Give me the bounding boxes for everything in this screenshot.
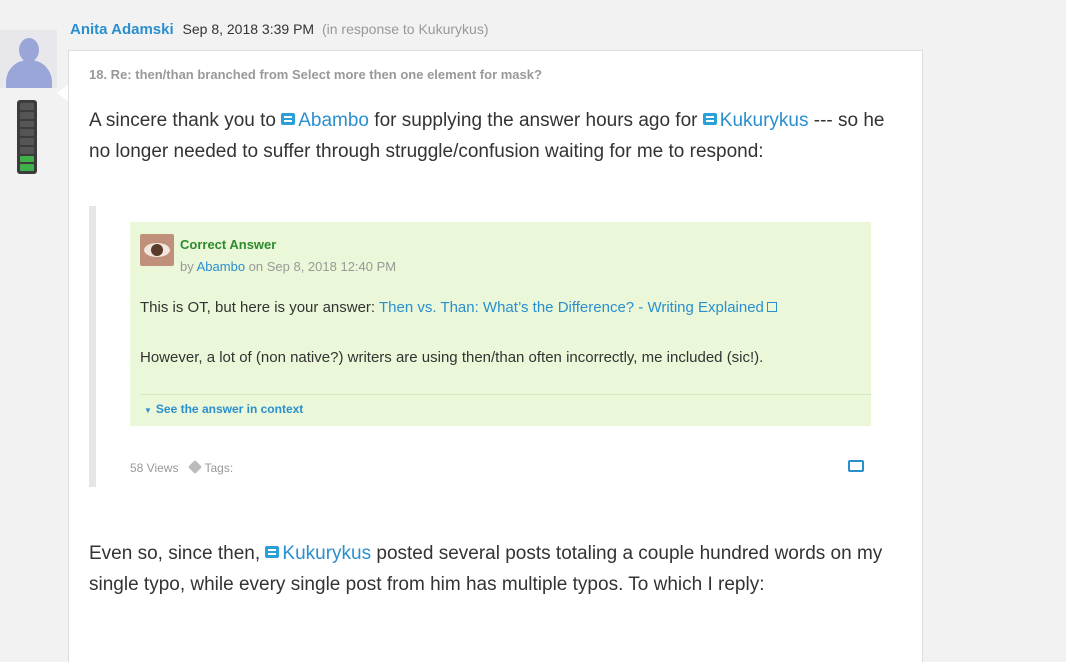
avatar[interactable] [0, 30, 57, 88]
rank-segment [20, 138, 34, 145]
mention-kukurykus-2[interactable]: Kukurykus [265, 543, 371, 564]
author-name[interactable]: Anita Adamski [70, 21, 174, 38]
post-card: 18. Re: then/than branched from Select m… [68, 50, 923, 662]
external-link-icon [766, 302, 777, 312]
rank-segment [20, 146, 34, 154]
post-paragraph-1: A sincere thank you to Abambo for supply… [89, 105, 909, 167]
rank-segment [20, 155, 34, 163]
answer-author-link[interactable]: Abambo [197, 259, 245, 274]
iris-shape [151, 244, 163, 256]
see-answer-in-context-link[interactable]: ▼ See the answer in context [144, 402, 303, 416]
mention-kukurykus-2-label: Kukurykus [282, 543, 372, 564]
post-title[interactable]: 18. Re: then/than branched from Select m… [89, 67, 542, 82]
post-header: Anita Adamski Sep 8, 2018 3:39 PM (in re… [70, 21, 489, 38]
avatar-head-shape [19, 38, 39, 62]
answer-line-2: However, a lot of (non native?) writers … [140, 349, 764, 366]
triangle-down-icon: ▼ [144, 406, 152, 415]
context-link-label: See the answer in context [155, 402, 304, 416]
mention-kukurykus[interactable]: Kukurykus [702, 110, 809, 131]
para1-text-mid: for supplying the answer hours ago for [369, 110, 703, 131]
user-mention-icon [265, 546, 280, 558]
quoted-answer: Correct Answer by Abambo on Sep 8, 2018 … [89, 206, 871, 487]
rank-segment [20, 111, 34, 119]
rank-meter [17, 100, 37, 174]
answer-line-1-text: This is OT, but here is your answer: [140, 299, 379, 316]
comment-icon[interactable] [848, 460, 864, 472]
correct-answer-box: Correct Answer by Abambo on Sep 8, 2018 … [130, 222, 871, 426]
answer-date: on Sep 8, 2018 12:40 PM [245, 259, 397, 274]
para1-text-pre: A sincere thank you to [89, 110, 282, 131]
correct-answer-label: Correct Answer [180, 237, 277, 252]
rank-segment [20, 103, 34, 110]
post-paragraph-2: Even so, since then, Kukurykus posted se… [89, 538, 909, 600]
user-mention-icon [702, 113, 717, 125]
user-mention-icon [281, 113, 296, 125]
rank-segment [20, 164, 34, 171]
mention-abambo-label: Abambo [298, 110, 370, 131]
view-count: 58 Views [130, 461, 179, 475]
tags-label: Tags: [204, 461, 234, 475]
avatar-body-shape [6, 60, 52, 88]
para2-text-pre: Even so, since then, [89, 543, 266, 564]
in-response-to[interactable]: (in response to Kukurykus) [322, 21, 489, 37]
answer-byline: by Abambo on Sep 8, 2018 12:40 PM [180, 259, 396, 274]
rank-segment [20, 129, 34, 136]
byline-prefix: by [180, 259, 197, 274]
answer-avatar[interactable] [140, 234, 174, 266]
tag-icon [188, 459, 203, 475]
mention-kukurykus-label: Kukurykus [719, 110, 809, 131]
mention-abambo[interactable]: Abambo [281, 110, 369, 131]
answer-line-1: This is OT, but here is your answer: The… [140, 299, 777, 316]
rank-segment [20, 120, 34, 128]
post-date: Sep 8, 2018 3:39 PM [182, 21, 315, 37]
external-answer-link[interactable]: Then vs. Than: What’s the Difference? - … [379, 299, 764, 316]
quote-footer: 58 Views Tags: [130, 459, 234, 475]
answer-divider [140, 394, 871, 395]
